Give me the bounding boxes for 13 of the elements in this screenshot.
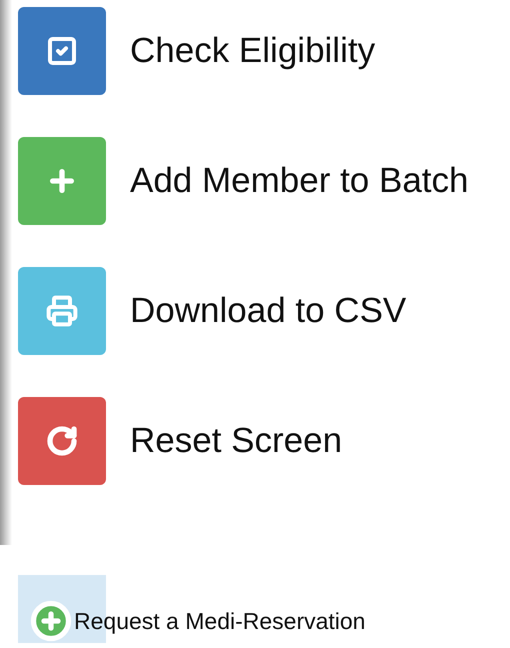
action-button[interactable] bbox=[18, 397, 106, 485]
action-label[interactable]: Add Member to Batch bbox=[130, 154, 468, 208]
checkbox-icon bbox=[46, 35, 78, 67]
action-label[interactable]: Check Eligibility bbox=[130, 24, 376, 78]
action-label[interactable]: Download to CSV bbox=[130, 284, 406, 338]
add-icon bbox=[30, 600, 72, 642]
printer-icon bbox=[46, 295, 78, 327]
action-label[interactable]: Reset Screen bbox=[130, 414, 342, 468]
request-link[interactable]: Request a Medi-Reservation bbox=[30, 600, 366, 642]
action-button[interactable] bbox=[18, 7, 106, 95]
action-button[interactable] bbox=[18, 137, 106, 225]
refresh-icon bbox=[46, 425, 78, 457]
action-button[interactable] bbox=[18, 267, 106, 355]
